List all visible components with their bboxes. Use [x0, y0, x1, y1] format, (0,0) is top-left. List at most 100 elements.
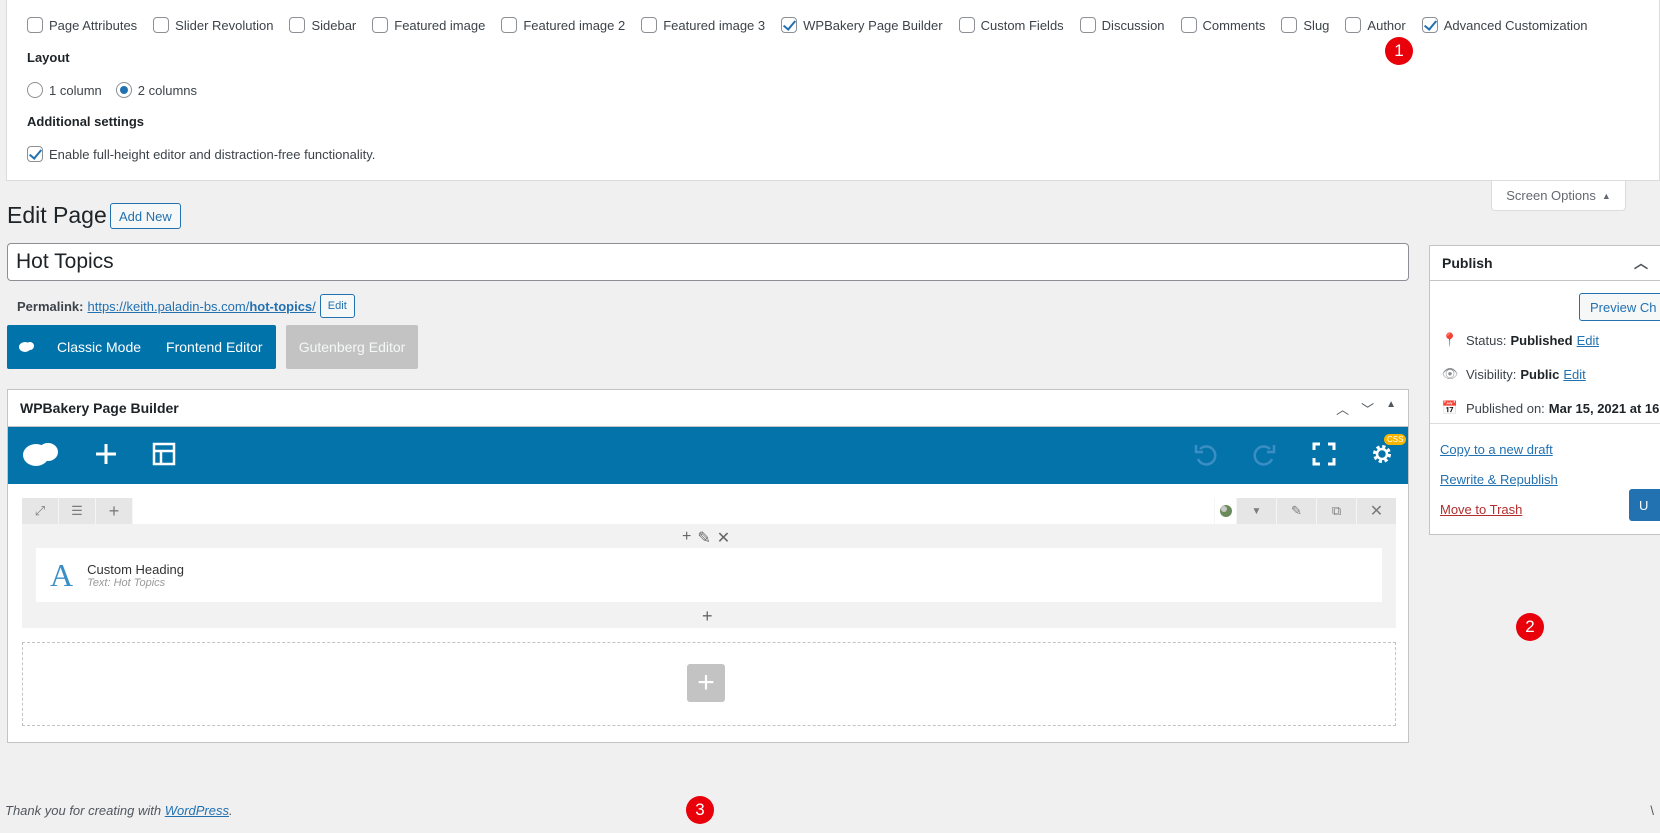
column-add-icon[interactable]: +	[682, 528, 691, 548]
redo-icon[interactable]	[1252, 441, 1278, 470]
box-toggle-page-attributes[interactable]: Page Attributes	[27, 17, 137, 33]
box-toggle-discussion[interactable]: Discussion	[1079, 17, 1165, 33]
css-badge: CSS	[1384, 434, 1407, 445]
checkbox[interactable]	[958, 17, 975, 33]
element-name: Custom Heading	[87, 561, 184, 577]
row-delete-icon[interactable]: ✕	[1356, 498, 1396, 524]
row-edit-icon[interactable]: ✎	[1276, 498, 1316, 524]
fullscreen-icon[interactable]	[1312, 442, 1336, 469]
wordpress-link[interactable]: WordPress	[165, 803, 229, 818]
undo-icon[interactable]	[1192, 441, 1218, 470]
full-height-editor-toggle[interactable]: Enable full-height editor and distractio…	[27, 146, 375, 162]
checkbox[interactable]	[1079, 17, 1096, 33]
divider	[1430, 423, 1660, 424]
checkbox[interactable]	[289, 17, 306, 33]
move-down-icon[interactable]: ﹀	[1361, 399, 1374, 418]
box-toggle-wpbakery[interactable]: WPBakery Page Builder	[781, 17, 943, 33]
preview-changes-button[interactable]: Preview Ch	[1579, 293, 1660, 321]
checkbox[interactable]	[27, 146, 43, 162]
box-toggle-featured-image[interactable]: Featured image	[372, 17, 485, 33]
update-button[interactable]: U	[1629, 489, 1660, 521]
custom-heading-element[interactable]: A Custom Heading Text: Hot Topics	[36, 548, 1382, 602]
add-element-icon[interactable]	[94, 442, 118, 469]
column: + ✎ ✕ A Custom Heading Text: Hot Topics …	[22, 524, 1396, 628]
box-toggle-sidebar[interactable]: Sidebar	[289, 17, 356, 33]
published-on-row: 📅 Published on: Mar 15, 2021 at 16	[1441, 400, 1660, 416]
gutenberg-editor-button[interactable]: Gutenberg Editor	[286, 325, 418, 369]
column-delete-icon[interactable]: ✕	[717, 528, 730, 548]
move-up-icon[interactable]: ︿	[1336, 399, 1349, 418]
checkbox[interactable]	[372, 17, 389, 33]
visibility-edit-link[interactable]: Edit	[1563, 367, 1585, 382]
add-new-button[interactable]: Add New	[110, 203, 181, 229]
wpbakery-header: WPBakery Page Builder ︿ ﹀ ▲	[8, 390, 1408, 427]
frontend-editor-button[interactable]: Frontend Editor	[166, 339, 263, 355]
checkbox[interactable]	[1180, 17, 1197, 33]
permalink-edit-button[interactable]: Edit	[319, 294, 355, 318]
screen-options-tab[interactable]: Screen Options ▲	[1491, 181, 1626, 211]
column-edit-icon[interactable]: ✎	[697, 528, 710, 548]
visibility-row: 👁 Visibility: Public Edit	[1441, 366, 1586, 382]
toggle-panel-icon[interactable]: ▲	[1386, 399, 1396, 418]
layout-2-columns[interactable]: 2 columns	[115, 82, 197, 98]
checkbox[interactable]	[27, 17, 43, 33]
status-row: 📍 Status: Published Edit	[1441, 332, 1599, 348]
checkbox[interactable]	[1281, 17, 1298, 33]
radio[interactable]	[115, 82, 132, 98]
checkbox[interactable]	[1421, 17, 1438, 33]
box-toggle-slider-revolution[interactable]: Slider Revolution	[153, 17, 273, 33]
box-toggle-slug[interactable]: Slug	[1281, 17, 1329, 33]
checkbox[interactable]	[1345, 17, 1362, 33]
box-toggle-comments[interactable]: Comments	[1180, 17, 1265, 33]
layout-heading: Layout	[27, 50, 70, 65]
row-toggle-icon[interactable]: ▼	[1236, 498, 1276, 524]
column-controls: + ✎ ✕	[682, 528, 730, 548]
permalink: Permalink: https://keith.paladin-bs.com/…	[17, 294, 355, 318]
move-to-trash-link[interactable]: Move to Trash	[1440, 502, 1522, 517]
row-layout-icon[interactable]: ☰	[59, 498, 96, 524]
screen-options-panel: Page Attributes Slider Revolution Sideba…	[6, 0, 1660, 181]
box-toggle-featured-image-2[interactable]: Featured image 2	[501, 17, 625, 33]
box-toggle-custom-fields[interactable]: Custom Fields	[958, 17, 1064, 33]
page-settings-icon[interactable]: CSS	[1370, 434, 1407, 469]
layout-options: 1 column 2 columns	[27, 82, 211, 98]
caret-up-icon: ▲	[1601, 190, 1611, 201]
copy-draft-link[interactable]: Copy to a new draft	[1440, 442, 1553, 457]
rewrite-republish-link[interactable]: Rewrite & Republish	[1440, 472, 1558, 487]
publish-metabox: Publish ︿ Preview Ch 📍 Status: Published…	[1429, 245, 1660, 535]
row-clone-icon[interactable]: ⧉	[1316, 498, 1356, 524]
box-toggle-featured-image-3[interactable]: Featured image 3	[641, 17, 765, 33]
wpbakery-logo-icon	[19, 341, 37, 353]
chevron-up-icon[interactable]: ︿	[1634, 253, 1648, 273]
add-element-icon[interactable]: +	[687, 664, 725, 702]
footer-version: \	[1650, 803, 1654, 818]
wpbakery-navbar: CSS	[8, 427, 1408, 484]
status-edit-link[interactable]: Edit	[1577, 333, 1599, 348]
row-add-column-icon[interactable]: +	[96, 498, 133, 524]
row-color-icon	[1214, 498, 1236, 524]
radio[interactable]	[27, 82, 43, 98]
pin-icon: 📍	[1441, 332, 1459, 347]
empty-row-placeholder: +	[22, 642, 1396, 726]
checkbox[interactable]	[153, 17, 170, 33]
box-toggle-advanced-customization[interactable]: Advanced Customization	[1421, 17, 1588, 33]
additional-settings-heading: Additional settings	[27, 114, 144, 129]
row-move-icon[interactable]: ⤢	[22, 498, 59, 524]
wpbakery-title: WPBakery Page Builder	[20, 400, 179, 416]
templates-icon[interactable]	[152, 442, 176, 469]
row-controls: ⤢ ☰ + ▼ ✎ ⧉ ✕	[22, 498, 1396, 524]
permalink-link[interactable]: https://keith.paladin-bs.com/hot-topics/	[87, 299, 315, 314]
post-title-input[interactable]: Hot Topics	[7, 243, 1409, 281]
wpbakery-metabox: WPBakery Page Builder ︿ ﹀ ▲ CSS ⤢ ☰ + ▼ …	[7, 389, 1409, 743]
wpbakery-logo-icon[interactable]	[22, 440, 60, 471]
classic-mode-button[interactable]: Classic Mode	[57, 339, 141, 355]
checkbox[interactable]	[501, 17, 518, 33]
editor-mode-switch: Classic Mode Frontend Editor	[7, 325, 276, 369]
checkbox[interactable]	[781, 17, 798, 33]
layout-1-column[interactable]: 1 column	[27, 82, 102, 98]
element-subtitle: Text: Hot Topics	[87, 576, 166, 589]
footer-thanks: Thank you for creating with WordPress.	[5, 803, 233, 818]
column-append-icon[interactable]: +	[702, 606, 713, 627]
checkbox[interactable]	[641, 17, 658, 33]
box-toggle-author[interactable]: Author	[1345, 17, 1406, 33]
